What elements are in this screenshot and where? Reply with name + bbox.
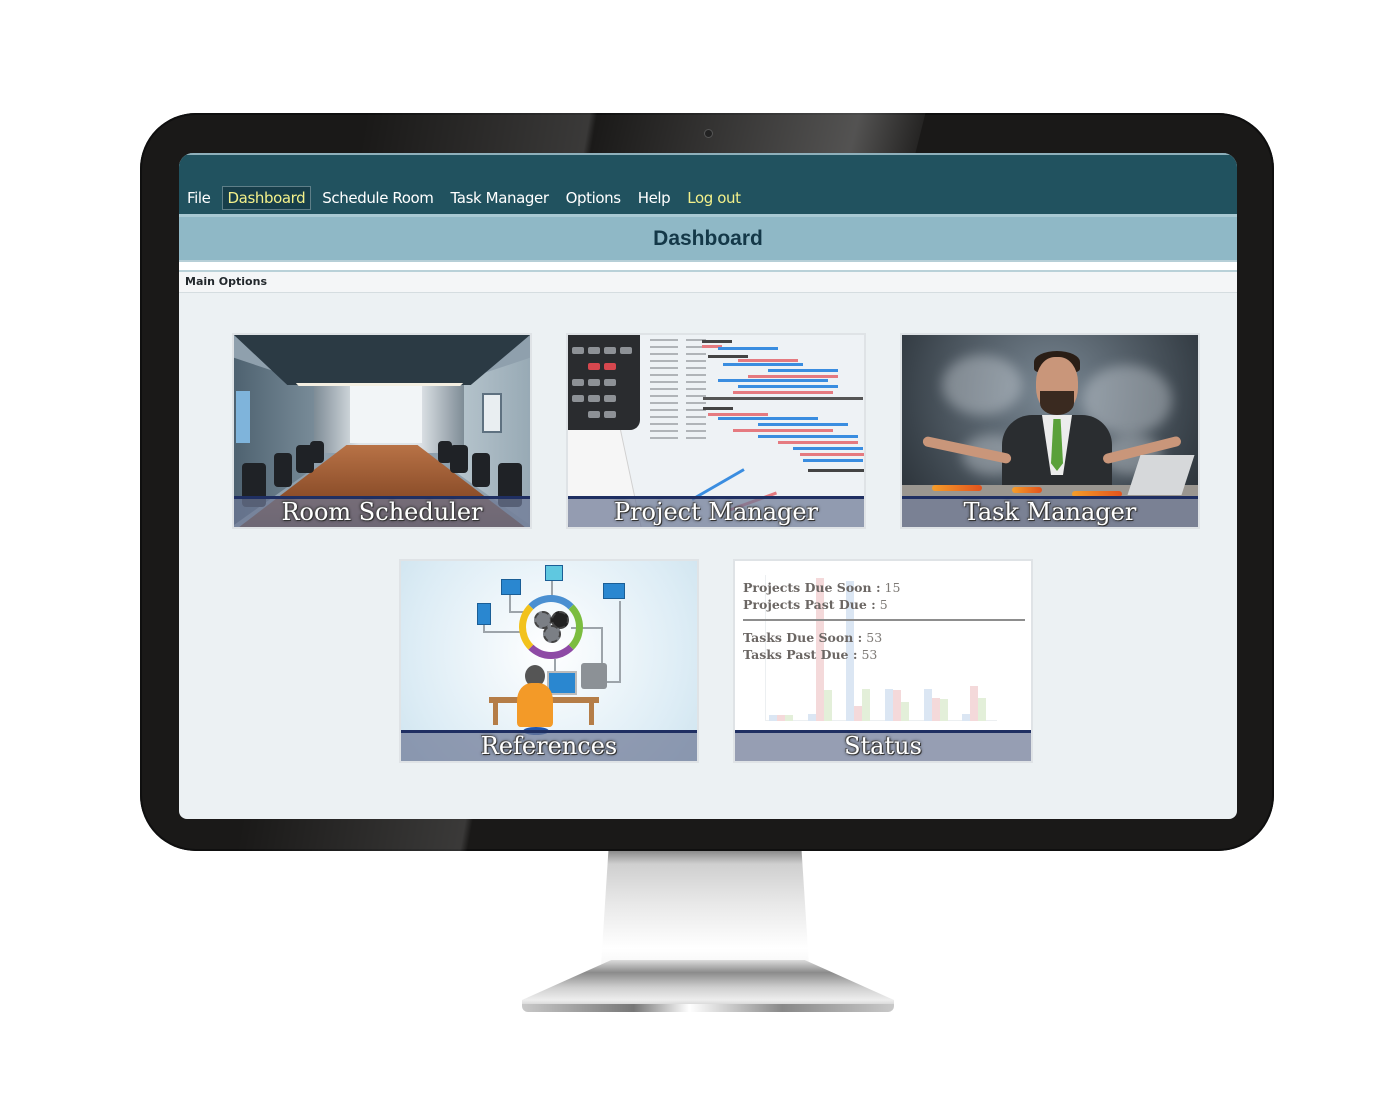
tile-caption: Room Scheduler	[234, 496, 530, 527]
tile-room-scheduler[interactable]: Room Scheduler	[232, 333, 532, 529]
tasks-due-soon: Tasks Due Soon : 53	[743, 629, 1025, 646]
chart-bar-red-4	[931, 697, 940, 721]
projects-due-soon-label: Projects Due Soon :	[743, 580, 881, 595]
chart-bar-green-5	[978, 697, 987, 721]
chart-bar-red-2	[854, 706, 863, 721]
menu-bar: File Dashboard Schedule Room Task Manage…	[179, 153, 1237, 214]
tasks-due-soon-label: Tasks Due Soon :	[743, 630, 863, 645]
status-summary-text: Projects Due Soon : 15 Projects Past Due…	[743, 579, 1025, 663]
bezel-highlight	[584, 113, 926, 157]
tile-task-manager[interactable]: Task Manager	[900, 333, 1200, 529]
chart-bar-red-0	[777, 715, 785, 721]
app-screen: File Dashboard Schedule Room Task Manage…	[179, 153, 1237, 819]
menu-item-dashboard[interactable]: Dashboard	[221, 186, 312, 210]
tasks-past-due: Tasks Past Due : 53	[743, 646, 1025, 663]
projects-due-soon: Projects Due Soon : 15	[743, 579, 1025, 596]
tasks-past-due-value: 53	[861, 647, 878, 662]
webcam-icon	[704, 129, 713, 138]
main-menu: File Dashboard Schedule Room Task Manage…	[181, 186, 752, 210]
chart-bar-red-3	[893, 690, 901, 721]
tile-references[interactable]: References	[399, 559, 699, 763]
header-divider	[179, 262, 1237, 272]
status-divider	[743, 619, 1025, 621]
projects-past-due-value: 5	[879, 597, 888, 612]
chart-bar-red-5	[970, 685, 979, 721]
tile-project-manager[interactable]: Project Manager	[566, 333, 866, 529]
menu-item-task-manager[interactable]: Task Manager	[445, 186, 555, 210]
menu-item-schedule-room[interactable]: Schedule Room	[316, 186, 439, 210]
tile-caption: Project Manager	[568, 496, 864, 527]
menu-item-options[interactable]: Options	[560, 186, 627, 210]
chart-bar-blue-4	[923, 688, 932, 721]
tile-caption: Status	[735, 730, 1031, 761]
chart-bar-green-2	[862, 688, 871, 721]
projects-past-due-label: Projects Past Due :	[743, 597, 876, 612]
tile-status[interactable]: Projects Due Soon : 15 Projects Past Due…	[733, 559, 1033, 763]
projects-due-soon-value: 15	[884, 580, 901, 595]
menu-item-file[interactable]: File	[181, 186, 217, 210]
monitor-stand-base	[522, 960, 894, 1010]
page-header: Dashboard	[179, 214, 1237, 262]
chart-bar-blue-1	[807, 713, 816, 721]
menu-item-help[interactable]: Help	[632, 186, 677, 210]
projects-past-due: Projects Past Due : 5	[743, 596, 1025, 613]
chart-bar-green-1	[823, 690, 832, 721]
tile-caption: References	[401, 730, 697, 761]
section-header: Main Options	[179, 272, 1237, 293]
chart-bar-green-0	[785, 715, 793, 721]
tasks-past-due-label: Tasks Past Due :	[743, 647, 858, 662]
chart-bar-blue-5	[962, 713, 971, 721]
section-label: Main Options	[185, 275, 267, 288]
chart-bar-blue-0	[769, 715, 777, 721]
menu-item-log-out[interactable]: Log out	[681, 186, 746, 210]
chart-bar-blue-3	[885, 688, 893, 721]
monitor-stand-lip	[522, 1004, 894, 1012]
tasks-due-soon-value: 53	[866, 630, 883, 645]
page-title: Dashboard	[653, 227, 763, 250]
tile-caption: Task Manager	[902, 496, 1198, 527]
chart-bar-green-3	[901, 702, 909, 721]
chart-bar-green-4	[939, 699, 948, 721]
